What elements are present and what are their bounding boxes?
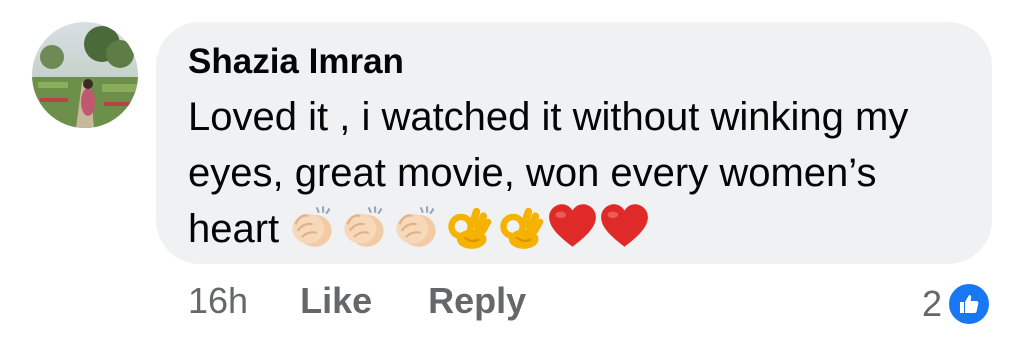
comment-author[interactable]: Shazia Imran: [188, 42, 404, 82]
comment-timestamp[interactable]: 16h: [188, 280, 248, 322]
reaction-summary[interactable]: 2: [922, 281, 992, 327]
comment-bubble: Shazia Imran Loved it , i watched it wit…: [156, 22, 992, 264]
ok-hand-icon: [495, 201, 546, 252]
red-heart-icon: [599, 201, 650, 252]
like-icon: [946, 281, 992, 327]
reply-button[interactable]: Reply: [428, 280, 526, 322]
avatar[interactable]: [32, 22, 138, 128]
like-button[interactable]: Like: [300, 280, 372, 322]
comment-body: Loved it , i watched it without winking …: [188, 89, 948, 257]
red-heart-icon: [547, 201, 598, 252]
reaction-count: 2: [921, 283, 942, 324]
ok-hand-icon: [443, 201, 494, 252]
emoji-row: [287, 201, 650, 252]
comment-actions: 16h Like Reply: [188, 280, 526, 322]
clapping-hands-icon: [339, 201, 390, 252]
clapping-hands-icon: [287, 201, 338, 252]
clapping-hands-icon: [391, 201, 442, 252]
